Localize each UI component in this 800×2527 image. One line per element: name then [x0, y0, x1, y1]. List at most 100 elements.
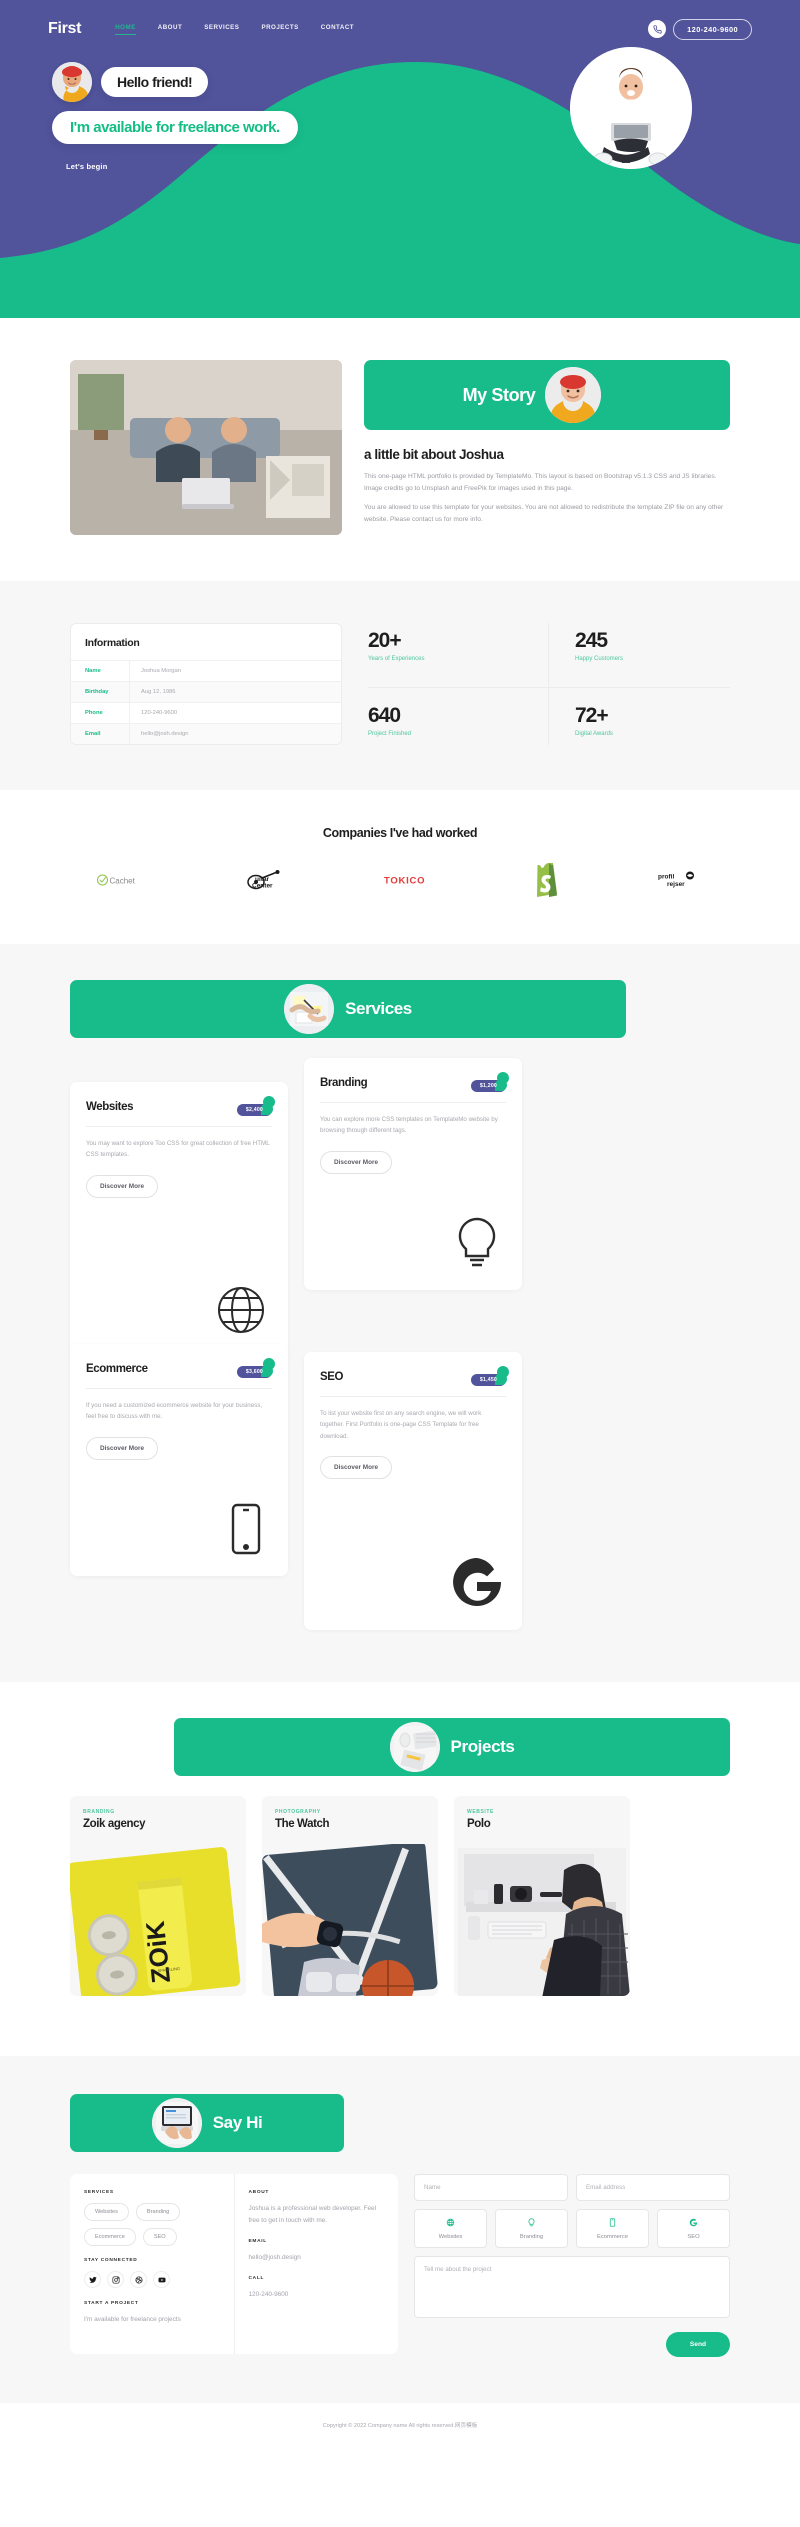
- tag-ecommerce[interactable]: Ecommerce: [84, 2228, 136, 2246]
- send-button[interactable]: Send: [665, 2332, 730, 2357]
- guitar-center-logo: uitar Center: [245, 862, 291, 898]
- info-key-birthday: Birthday: [85, 689, 109, 695]
- about-label: ABOUT: [248, 2190, 270, 2195]
- nav-item-services[interactable]: SERVICES: [204, 24, 239, 34]
- youtube-icon[interactable]: [153, 2271, 170, 2288]
- stat-number: 245: [575, 629, 608, 652]
- projects-banner-image: [389, 1722, 440, 1772]
- email-label: EMAIL: [248, 2238, 267, 2244]
- globe-icon: [415, 2218, 486, 2229]
- stat-years: 20+ Years of Experiences: [368, 623, 549, 688]
- about-content: My Story a little bit about Joshua This …: [364, 360, 730, 535]
- mobile-icon: [220, 1501, 272, 1562]
- svg-text:Center: Center: [252, 883, 273, 890]
- pick-label: Websites: [438, 2234, 463, 2240]
- info-key-phone: Phone: [85, 710, 103, 716]
- pick-seo[interactable]: SEO: [657, 2209, 730, 2248]
- service-description: You may want to explore Too CSS for grea…: [86, 1140, 270, 1159]
- contact-left-column: SERVICES Websites Branding Ecommerce SEO…: [70, 2174, 234, 2354]
- nav-item-about[interactable]: ABOUT: [158, 24, 183, 34]
- price-badge: $1,200: [470, 1079, 508, 1092]
- footer-link[interactable]: 网页模板: [455, 2423, 477, 2429]
- info-value-phone: 120-240-9600: [129, 703, 341, 723]
- hero-content: Hello friend! I'm available for freelanc…: [0, 44, 800, 178]
- service-card-ecommerce[interactable]: Ecommerce $3,600 If you need a customize…: [70, 1344, 288, 1576]
- service-title: Branding: [320, 1077, 368, 1089]
- tag-seo[interactable]: SEO: [142, 2228, 177, 2246]
- service-card-websites[interactable]: Websites $2,400 You may want to explore …: [70, 1082, 288, 1360]
- pick-ecommerce[interactable]: Ecommerce: [576, 2209, 649, 2248]
- project-category: PHOTOGRAPHY: [275, 1809, 321, 1815]
- tokico-logo: TOKICO: [384, 862, 436, 898]
- price-badge-wrap: $1,450: [470, 1366, 510, 1386]
- info-value-name: Joshua Morgan: [129, 661, 341, 681]
- discover-more-button[interactable]: Discover More: [86, 1436, 159, 1460]
- instagram-icon[interactable]: [107, 2271, 124, 2288]
- service-description: You can explore more CSS templates on Te…: [320, 1116, 498, 1135]
- stat-awards: 72+ Digital Awards: [549, 688, 730, 746]
- price-badge: $2,400: [236, 1103, 274, 1116]
- stat-label: Happy Customers: [575, 656, 624, 663]
- service-description: If you need a customized ecommerce websi…: [86, 1402, 263, 1421]
- pick-label: Branding: [519, 2234, 544, 2240]
- price-badge-wrap: $3,600: [236, 1358, 276, 1378]
- info-key-email: Email: [85, 731, 101, 737]
- phone-number[interactable]: 120-240-9600: [673, 18, 752, 40]
- lets-begin-button[interactable]: Let's begin: [52, 155, 122, 178]
- about-section: My Story a little bit about Joshua This …: [0, 318, 800, 581]
- stat-number: 640: [368, 703, 401, 727]
- project-card-polo[interactable]: WEBSITE Polo: [454, 1796, 630, 1996]
- price-badge-wrap: $2,400: [236, 1096, 276, 1116]
- contact-banner: Say Hi: [70, 2094, 344, 2152]
- project-card-watch[interactable]: PHOTOGRAPHY The Watch: [262, 1796, 438, 1996]
- contact-grid: SERVICES Websites Branding Ecommerce SEO…: [70, 2174, 730, 2357]
- cachet-logo: Cachet: [96, 862, 152, 898]
- discover-more-button[interactable]: Discover More: [320, 1456, 393, 1480]
- nav-item-contact[interactable]: CONTACT: [321, 24, 354, 34]
- message-textarea[interactable]: [414, 2256, 730, 2318]
- discover-more-button[interactable]: Discover More: [320, 1150, 393, 1174]
- start-project-text: I'm available for freelance projects: [84, 2316, 181, 2323]
- service-tags: Websites Branding Ecommerce SEO: [84, 2203, 220, 2246]
- price-badge: $3,600: [236, 1365, 274, 1378]
- project-title: The Watch: [275, 1818, 330, 1830]
- stay-connected-label: STAY CONNECTED: [84, 2258, 138, 2263]
- project-category: WEBSITE: [467, 1809, 494, 1815]
- discover-more-button[interactable]: Discover More: [86, 1174, 159, 1198]
- contact-section: Say Hi SERVICES Websites Branding Ecomme…: [0, 2056, 800, 2403]
- company-logos: Cachet uitar Center TOKICO profil rejser: [70, 862, 730, 898]
- call-value[interactable]: 120-240-9600: [249, 2289, 385, 2301]
- svg-text:uitar: uitar: [255, 876, 270, 883]
- about-text: Joshua is a professional web developer. …: [248, 2205, 377, 2224]
- footer-copyright: Copyright © 2022 Company name All rights…: [0, 2421, 800, 2429]
- nav-item-projects[interactable]: PROJECTS: [261, 24, 298, 34]
- project-title: Polo: [467, 1818, 491, 1830]
- project-cards: BRANDING Zoik agency ZOiK SPARKLING PHOT…: [70, 1796, 730, 1996]
- dribbble-icon[interactable]: [130, 2271, 147, 2288]
- pick-websites[interactable]: Websites: [414, 2209, 487, 2248]
- service-card-seo[interactable]: SEO $1,450 To list your website first on…: [304, 1352, 522, 1630]
- projects-banner: Projects: [174, 1718, 730, 1776]
- phone-icon[interactable]: [648, 20, 667, 38]
- tag-websites[interactable]: Websites: [84, 2203, 129, 2221]
- my-story-card: My Story: [364, 360, 730, 430]
- nav-item-home[interactable]: HOME: [115, 24, 136, 35]
- service-card-branding[interactable]: Branding $1,200 You can explore more CSS…: [304, 1058, 522, 1290]
- start-project-label: START A PROJECT: [84, 2301, 139, 2306]
- email-input[interactable]: [576, 2174, 730, 2201]
- tag-branding[interactable]: Branding: [135, 2203, 181, 2221]
- project-card-zoik[interactable]: BRANDING Zoik agency ZOiK SPARKLING: [70, 1796, 246, 1996]
- lightbulb-icon: [448, 1213, 506, 1276]
- email-value[interactable]: hello@josh.design: [249, 2252, 385, 2264]
- twitter-icon[interactable]: [84, 2271, 101, 2288]
- table-row: Name Joshua Morgan: [71, 660, 341, 681]
- service-title: SEO: [320, 1371, 344, 1383]
- services-section: Services Websites $2,400 You may want to…: [0, 944, 800, 1682]
- contact-banner-title: Say Hi: [212, 2113, 263, 2132]
- brand-logo[interactable]: First: [48, 20, 81, 38]
- google-icon: [658, 2218, 729, 2229]
- name-input[interactable]: [414, 2174, 568, 2201]
- pick-branding[interactable]: Branding: [495, 2209, 568, 2248]
- stat-label: Digital Awards: [575, 730, 613, 737]
- globe-icon: [210, 1279, 272, 1346]
